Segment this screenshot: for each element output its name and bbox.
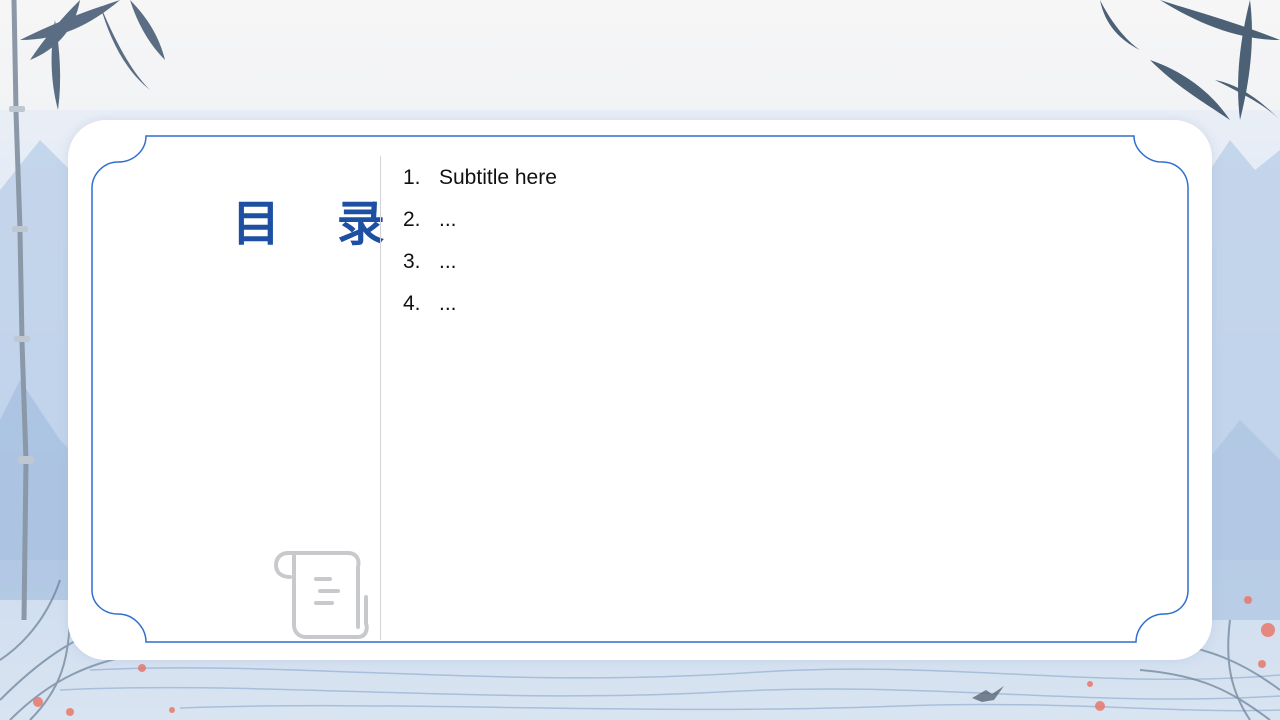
vertical-divider	[380, 156, 381, 640]
toc-item-text: ...	[439, 250, 457, 273]
toc-item: 1. Subtitle here	[403, 160, 557, 202]
toc-item-text: ...	[439, 292, 457, 315]
toc-item-number: 2.	[403, 208, 421, 231]
toc-item: 4. ...	[403, 286, 557, 328]
toc-item-text: ...	[439, 208, 457, 231]
toc-item: 2. ...	[403, 202, 557, 244]
toc-item-number: 3.	[403, 250, 421, 273]
toc-item-number: 1.	[403, 166, 421, 189]
table-of-contents: 1. Subtitle here 2. ... 3. ... 4. ...	[403, 160, 557, 328]
toc-item-text: Subtitle here	[439, 166, 557, 189]
toc-item-number: 4.	[403, 292, 421, 315]
page-title: 目 录	[232, 196, 405, 252]
scroll-icon	[274, 551, 369, 639]
toc-item: 3. ...	[403, 244, 557, 286]
